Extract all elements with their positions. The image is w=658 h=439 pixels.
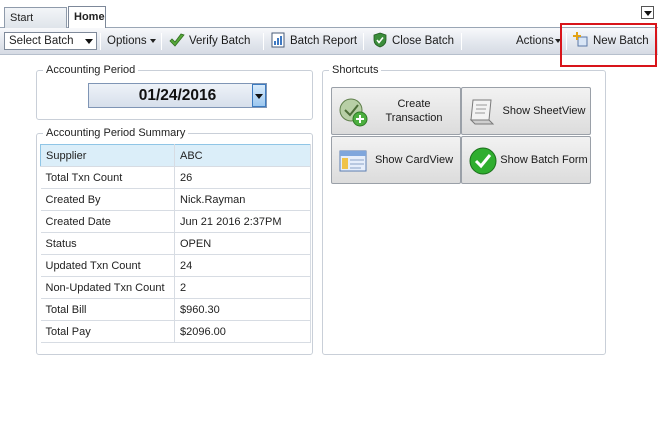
- date-dropdown-button[interactable]: [252, 84, 266, 107]
- show-cardview-button[interactable]: Show CardView: [331, 136, 461, 184]
- summary-row-label: Created By: [40, 188, 175, 211]
- table-row[interactable]: Total Pay $2096.00: [40, 320, 311, 343]
- create-transaction-button[interactable]: Create Transaction: [331, 87, 461, 135]
- summary-row-value: 2: [174, 276, 311, 299]
- show-batch-form-button[interactable]: Show Batch Form: [461, 136, 591, 184]
- summary-row-value: ABC: [174, 144, 311, 167]
- summary-row-label: Non-Updated Txn Count: [40, 276, 175, 299]
- summary-row-value: 26: [174, 166, 311, 189]
- verify-batch-button[interactable]: Verify Batch: [169, 28, 250, 55]
- summary-row-value: Nick.Rayman: [174, 188, 311, 211]
- close-batch-button[interactable]: Close Batch: [372, 28, 454, 55]
- summary-row-label: Total Pay: [40, 320, 175, 343]
- sheetview-icon: [469, 99, 495, 125]
- batch-report-button[interactable]: Batch Report: [270, 28, 357, 55]
- summary-row-label: Created Date: [40, 210, 175, 233]
- shield-check-icon: [373, 32, 387, 48]
- toolbar-separator: [161, 33, 162, 50]
- summary-row-label: Total Txn Count: [40, 166, 175, 189]
- actions-label: Actions: [516, 35, 554, 47]
- create-transaction-icon: [339, 98, 368, 127]
- accounting-period-summary-group: Accounting Period Summary Supplier ABC Tot…: [36, 127, 313, 355]
- summary-row-label: Updated Txn Count: [40, 254, 175, 277]
- accounting-period-legend: Accounting Period: [43, 64, 139, 76]
- cardview-icon: [339, 150, 367, 172]
- tab-start-page[interactable]: Start Page: [4, 7, 67, 44]
- table-row[interactable]: Non-Updated Txn Count 2: [40, 276, 311, 299]
- checkmark-icon: [169, 33, 185, 47]
- table-row[interactable]: Total Txn Count 26: [40, 166, 311, 189]
- batch-select-value: Select Batch: [9, 35, 74, 47]
- show-sheetview-button[interactable]: Show SheetView: [461, 87, 591, 135]
- verify-batch-label: Verify Batch: [189, 35, 251, 47]
- summary-row-value: 24: [174, 254, 311, 277]
- accounting-period-date-field[interactable]: 01/24/2016: [88, 83, 267, 108]
- summary-row-label: Total Bill: [40, 298, 175, 321]
- table-row[interactable]: Supplier ABC: [40, 144, 311, 167]
- create-transaction-label: Create Transaction: [385, 98, 443, 124]
- shortcuts-group: Shortcuts Create Transaction Show SheetV…: [322, 64, 606, 355]
- shortcuts-legend: Shortcuts: [329, 64, 382, 76]
- summary-row-value: Jun 21 2016 2:37PM: [174, 210, 311, 233]
- summary-row-label: Status: [40, 232, 175, 255]
- table-row[interactable]: Created Date Jun 21 2016 2:37PM: [40, 210, 311, 233]
- batch-select[interactable]: Select Batch: [4, 32, 97, 50]
- summary-row-value: $960.30: [174, 298, 311, 321]
- green-check-icon: [469, 147, 497, 175]
- summary-table: Supplier ABC Total Txn Count 26 Created By Ni…: [40, 144, 311, 343]
- toolbar-separator: [100, 33, 101, 50]
- table-row[interactable]: Created By Nick.Rayman: [40, 188, 311, 211]
- toolbar-separator: [363, 33, 364, 50]
- chevron-down-icon: [85, 39, 93, 44]
- options-menu-button[interactable]: Options: [107, 28, 156, 55]
- toolbar-separator: [461, 33, 462, 50]
- batch-report-label: Batch Report: [290, 35, 358, 47]
- report-icon: [271, 32, 285, 48]
- tab-home[interactable]: Home: [68, 6, 106, 28]
- accounting-period-group: Accounting Period 01/24/2016: [36, 64, 313, 120]
- table-row[interactable]: Updated Txn Count 24: [40, 254, 311, 277]
- summary-row-value: $2096.00: [174, 320, 311, 343]
- table-row[interactable]: Total Bill $960.30: [40, 298, 311, 321]
- actions-menu-button[interactable]: Actions: [516, 28, 561, 55]
- show-batch-form-label: Show Batch Form: [500, 154, 588, 166]
- summary-row-label: Supplier: [40, 144, 175, 167]
- show-sheetview-label: Show SheetView: [502, 105, 586, 117]
- show-cardview-label: Show CardView: [374, 154, 454, 166]
- summary-row-value: OPEN: [174, 232, 311, 255]
- options-label: Options: [107, 35, 147, 47]
- summary-legend: Accounting Period Summary: [43, 127, 189, 139]
- toolbar-separator: [263, 33, 264, 50]
- close-batch-label: Close Batch: [392, 35, 455, 47]
- chevron-down-icon: [149, 38, 156, 43]
- table-row[interactable]: Status OPEN: [40, 232, 311, 255]
- tab-list-dropdown-button[interactable]: [641, 6, 654, 19]
- new-batch-highlight-box: [560, 23, 657, 67]
